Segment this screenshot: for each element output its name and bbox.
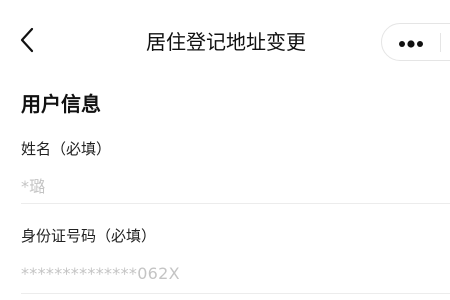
page-title: 居住登记地址变更 bbox=[146, 30, 306, 54]
more-button[interactable] bbox=[392, 24, 430, 60]
section-title: 用户信息 bbox=[21, 92, 101, 116]
more-dots-icon bbox=[398, 33, 424, 52]
back-button[interactable] bbox=[12, 25, 42, 59]
name-field-value[interactable]: *璐 bbox=[21, 176, 46, 198]
navigation-bar: 居住登记地址变更 bbox=[0, 0, 450, 86]
name-field-label: 姓名（必填） bbox=[21, 140, 112, 158]
chevron-left-icon bbox=[19, 27, 35, 57]
id-number-field-label: 身份证号码（必填） bbox=[21, 227, 157, 245]
id-number-field-value[interactable]: **************062X bbox=[21, 263, 180, 285]
id-number-field-divider bbox=[21, 293, 450, 294]
capsule-menu bbox=[381, 23, 450, 61]
capsule-divider bbox=[440, 33, 441, 52]
name-field-divider bbox=[21, 203, 450, 204]
page: 居住登记地址变更 用户信息 姓名（必填） *璐 身份证号码（必填） ******… bbox=[0, 0, 450, 300]
